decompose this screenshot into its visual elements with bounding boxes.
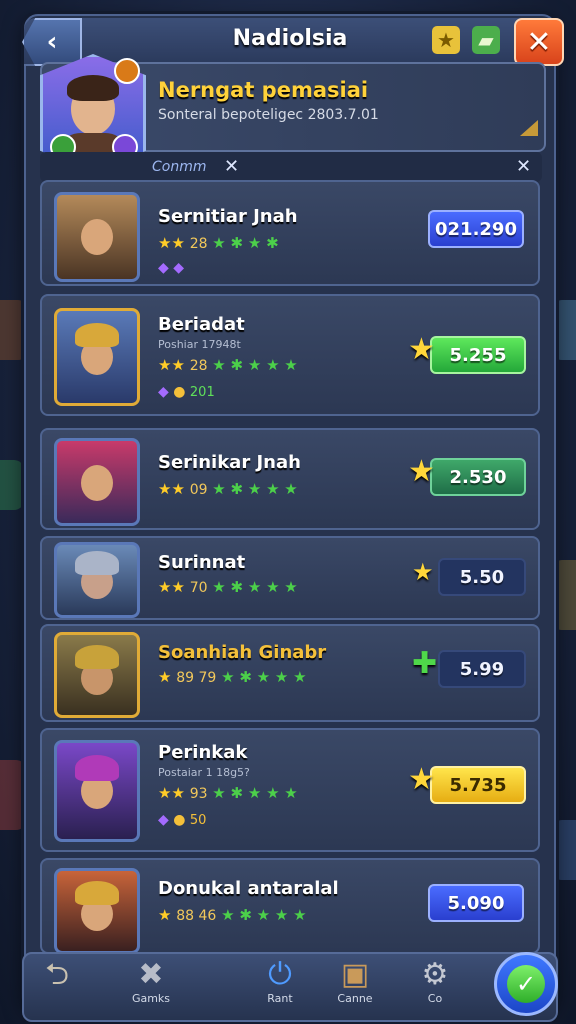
star-icon[interactable]: ★	[432, 26, 460, 54]
corner-decoration	[520, 120, 538, 136]
hero-helmet	[75, 323, 119, 347]
hero-face	[81, 465, 113, 501]
rating-stars: ★★ 28 ★ ✱ ★ ★ ★	[158, 356, 298, 374]
hero-helmet	[75, 881, 119, 905]
chevron-left-icon: ‹	[46, 27, 58, 57]
tab-label[interactable]: Conmm	[152, 159, 207, 175]
hero-portrait	[54, 192, 140, 282]
close-icon: ✕	[526, 24, 552, 60]
hero-helmet	[75, 645, 119, 669]
list-item[interactable]: Soanhiah Ginabr ★ 89 79 ★ ✱ ★ ★ ★ 5.99 ✚	[40, 624, 540, 722]
hero-hair	[67, 75, 119, 101]
hero-portrait	[54, 740, 140, 842]
hero-portrait	[54, 868, 140, 954]
hero-portrait	[54, 438, 140, 526]
hero-subtitle: Poshiar 17948t	[158, 338, 241, 351]
hero-face	[81, 219, 113, 255]
price-button[interactable]: 2.530	[430, 458, 526, 496]
list-item[interactable]: Sernitiar Jnah ★★ 28 ★ ✱ ★ ✱ ◆ ◆ 021.290	[40, 180, 540, 286]
nav-games[interactable]: ✖ Gamks	[116, 957, 186, 1006]
rating-stars: ★★ 70 ★ ✱ ★ ★ ★	[158, 578, 298, 596]
hero-portrait	[54, 308, 140, 406]
power-icon: ⏻	[268, 957, 292, 992]
hero-name: Perinkak	[158, 742, 248, 763]
crossed-tools-icon: ✖	[138, 957, 164, 992]
star-icon: ★	[408, 762, 435, 797]
hero-name: Donukal antaralal	[158, 878, 339, 899]
profile-subtitle: Sonteral bepoteligec 2803.7.01	[158, 107, 379, 123]
gear-icon: ⚙	[421, 957, 449, 992]
hero-portrait	[54, 632, 140, 718]
list-item[interactable]: Surinnat ★★ 70 ★ ✱ ★ ★ ★ 5.50 ★	[40, 536, 540, 620]
close-button[interactable]: ✕	[514, 18, 564, 66]
price-button[interactable]: 5.99	[438, 650, 526, 688]
hero-name: Soanhiah Ginabr	[158, 642, 327, 663]
crown-icon: ★	[412, 558, 434, 586]
gem-row: ◆ ● 50	[158, 812, 207, 828]
hero-subtitle: Postaiar 1 18g5?	[158, 766, 250, 779]
rating-stars: ★ 88 46 ★ ✱ ★ ★ ★	[158, 906, 307, 924]
list-item[interactable]: Donukal antaralal ★ 88 46 ★ ✱ ★ ★ ★ 5.09…	[40, 858, 540, 954]
nav-label: Co	[427, 992, 443, 1005]
page-title: Nadiolsia	[232, 26, 348, 51]
rating-stars: ★★ 09 ★ ✱ ★ ★ ★	[158, 480, 298, 498]
price-button[interactable]: 5.735	[430, 766, 526, 804]
rating-stars: ★ 89 79 ★ ✱ ★ ★ ★	[158, 668, 307, 686]
hero-list: Sernitiar Jnah ★★ 28 ★ ✱ ★ ✱ ◆ ◆ 021.290…	[40, 178, 540, 954]
nav-label: Canne	[337, 992, 373, 1005]
price-button[interactable]: 021.290	[428, 210, 524, 248]
hero-helmet	[75, 755, 119, 781]
plus-icon: ✚	[412, 646, 438, 681]
list-item[interactable]: Perinkak Postaiar 1 18g5? ★★ 93 ★ ✱ ★ ★ …	[40, 728, 540, 852]
hero-name: Sernitiar Jnah	[158, 206, 298, 227]
level-badge	[114, 58, 140, 84]
panel-close-icon[interactable]: ✕	[516, 156, 531, 177]
nav-label: Gamks	[131, 992, 171, 1005]
price-button[interactable]: 5.255	[430, 336, 526, 374]
list-item[interactable]: Serinikar Jnah ★★ 09 ★ ✱ ★ ★ ★ 2.530 ★	[40, 428, 540, 530]
nav-settings[interactable]: ⚙ Co	[400, 957, 470, 1006]
profile-name: Nerngat pemasiai	[158, 78, 369, 102]
rating-stars: ★★ 28 ★ ✱ ★ ✱	[158, 234, 279, 252]
rating-stars: ★★ 93 ★ ✱ ★ ★ ★	[158, 784, 298, 802]
hero-name: Serinikar Jnah	[158, 452, 301, 473]
price-button[interactable]: 5.090	[428, 884, 524, 922]
nav-label: Rant	[267, 992, 293, 1005]
gem-row: ◆ ◆	[158, 260, 184, 276]
hero-helmet	[75, 551, 119, 575]
background-tile	[0, 760, 26, 830]
hero-name: Beriadat	[158, 314, 245, 335]
chest-icon: ▣	[340, 957, 370, 992]
background-tile	[0, 460, 24, 510]
confirm-button[interactable]: ✓	[494, 952, 558, 1016]
map-icon[interactable]: ▰	[472, 26, 500, 54]
hero-portrait	[54, 542, 140, 618]
star-icon: ★	[408, 454, 435, 489]
return-arrow-icon: ⮌	[44, 957, 70, 992]
list-item[interactable]: Beriadat Poshiar 17948t ★★ 28 ★ ✱ ★ ★ ★ …	[40, 294, 540, 416]
check-icon: ✓	[507, 965, 545, 1003]
hero-name: Surinnat	[158, 552, 246, 573]
nav-back[interactable]: ⮌	[22, 958, 92, 992]
nav-canne[interactable]: ▣ Canne	[320, 957, 390, 1006]
star-icon: ★	[408, 332, 435, 367]
nav-rant[interactable]: ⏻ Rant	[245, 957, 315, 1006]
tab-close-icon[interactable]: ✕	[224, 156, 239, 177]
gem-row: ◆ ● 201	[158, 384, 215, 400]
price-button[interactable]: 5.50	[438, 558, 526, 596]
